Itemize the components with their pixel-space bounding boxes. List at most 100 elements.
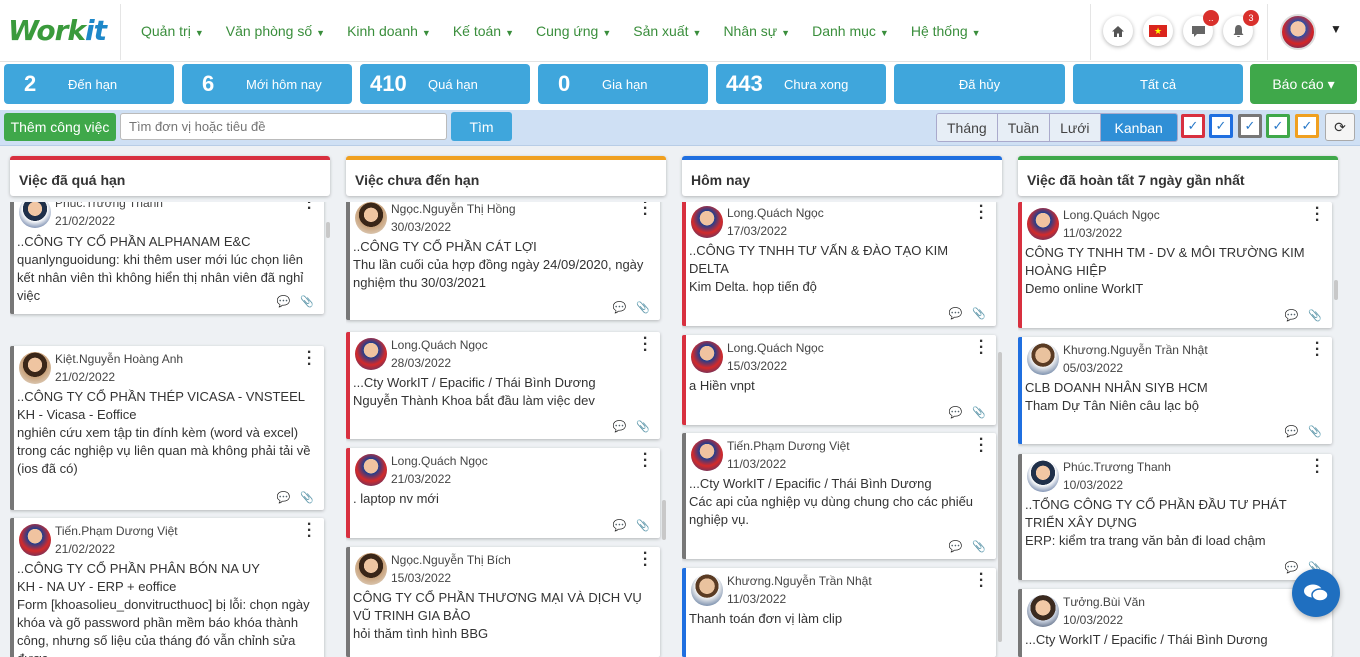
view-tuan[interactable]: Tuần [997, 114, 1051, 141]
scrollbar[interactable] [662, 500, 666, 540]
comment-icon[interactable]: 💬 [1285, 425, 1299, 438]
attachment-icon[interactable]: 📎 [636, 519, 650, 532]
more-vertical-icon[interactable]: ··· [306, 345, 312, 373]
more-vertical-icon[interactable]: ··· [978, 567, 984, 595]
task-card[interactable]: Tiến.Phạm Dương Việt 21/02/2022 · · · ..CÔ… [10, 517, 324, 657]
comment-icon[interactable]: 💬 [949, 406, 963, 419]
stat-moi-hom-nay[interactable]: 6 Mới hôm nay [182, 64, 352, 104]
menu-san-xuat[interactable]: Sản xuất ▼ [633, 23, 701, 39]
home-button[interactable] [1103, 16, 1133, 46]
chevron-down-icon[interactable]: ▼ [1330, 22, 1342, 36]
task-card[interactable]: Long.Quách Ngọc 11/03/2022 · · · CÔNG TY T… [1018, 202, 1332, 328]
task-card[interactable]: Khương.Nguyễn Trần Nhật 11/03/2022 · · · T… [682, 567, 996, 657]
task-card[interactable]: Long.Quách Ngọc 15/03/2022 · · · a Hiền vn… [682, 334, 996, 425]
language-button[interactable]: ★ [1143, 16, 1173, 46]
card-line: KH - NA UY - ERP + eoffice [17, 579, 177, 594]
more-vertical-icon[interactable]: ··· [642, 331, 648, 359]
comment-icon[interactable]: 💬 [949, 540, 963, 553]
card-date: 21/02/2022 [55, 214, 116, 228]
filter-checkbox-orange[interactable]: ✓ [1295, 114, 1319, 138]
search-input[interactable] [120, 113, 447, 140]
filter-checkbox-green[interactable]: ✓ [1266, 114, 1290, 138]
menu-he-thong[interactable]: Hệ thống ▼ [911, 23, 981, 39]
comment-icon[interactable]: 💬 [1285, 309, 1299, 322]
more-vertical-icon[interactable]: ··· [642, 447, 648, 475]
user-avatar[interactable] [1280, 14, 1316, 50]
more-vertical-icon[interactable]: ··· [978, 432, 984, 460]
attachment-icon[interactable]: 📎 [636, 301, 650, 314]
stat-label: Gia hạn [602, 76, 648, 92]
task-card[interactable]: Phúc.Trương Thanh 21/02/2022 ··· ..CÔNG … [10, 202, 324, 314]
comment-icon[interactable]: 💬 [613, 301, 627, 314]
stat-tat-ca[interactable]: Tất cả [1073, 64, 1243, 104]
stat-den-han[interactable]: 2 Đến hạn [4, 64, 174, 104]
more-vertical-icon[interactable]: ··· [642, 546, 648, 574]
attachment-icon[interactable]: 📎 [636, 420, 650, 433]
view-luoi[interactable]: Lưới [1050, 114, 1101, 141]
attachment-icon[interactable]: 📎 [300, 295, 314, 308]
chat-widget-button[interactable] [1292, 569, 1340, 617]
task-card[interactable]: Long.Quách Ngọc 21/03/2022 · · · . laptop … [346, 447, 660, 538]
notifications-button[interactable]: 3 [1223, 10, 1259, 46]
stat-qua-han[interactable]: 410 Quá hạn [360, 64, 530, 104]
menu-quan-tri[interactable]: Quản trị ▼ [141, 23, 204, 39]
task-card[interactable]: Long.Quách Ngọc 17/03/2022 · · · ..CÔNG TY… [682, 202, 996, 326]
comment-icon[interactable]: 💬 [613, 420, 627, 433]
menu-nhan-su[interactable]: Nhân sự ▼ [723, 23, 790, 39]
attachment-icon[interactable]: 📎 [972, 540, 986, 553]
filter-checkbox-gray[interactable]: ✓ [1238, 114, 1262, 138]
more-vertical-icon[interactable]: ··· [978, 334, 984, 362]
stat-chua-xong[interactable]: 443 Chưa xong [716, 64, 886, 104]
task-card[interactable]: Tiến.Phạm Dương Việt 11/03/2022 · · · ...C… [682, 432, 996, 559]
comment-icon[interactable]: 💬 [277, 491, 291, 504]
attachment-icon[interactable]: 📎 [1308, 309, 1322, 322]
task-card[interactable]: Ngọc.Nguyễn Thị Hồng 30/03/2022 · · · ..CÔ… [346, 202, 660, 320]
scrollbar[interactable] [1334, 280, 1338, 300]
task-card[interactable]: Khương.Nguyễn Trần Nhật 05/03/2022 · · · C… [1018, 336, 1332, 444]
card-user: Tiến.Phạm Dương Việt [727, 439, 850, 453]
menu-van-phong-so[interactable]: Văn phòng số ▼ [226, 23, 325, 39]
attachment-icon[interactable]: 📎 [1308, 425, 1322, 438]
task-card[interactable]: Tưởng.Bùi Văn 10/03/2022 ...Cty WorkIT /… [1018, 589, 1332, 657]
attachment-icon[interactable]: 📎 [972, 307, 986, 320]
attachment-icon[interactable]: 📎 [300, 491, 314, 504]
more-vertical-icon[interactable]: ··· [1314, 202, 1320, 229]
attachment-icon[interactable]: 📎 [972, 406, 986, 419]
add-task-button[interactable]: Thêm công việc [4, 113, 116, 141]
messages-button[interactable]: .. [1183, 10, 1219, 46]
comment-icon[interactable]: 💬 [613, 519, 627, 532]
comment-icon[interactable]: 💬 [277, 295, 291, 308]
filter-checkbox-red[interactable]: ✓ [1181, 114, 1205, 138]
kanban-column-overdue: Việc đã quá hạn Phúc.Trương Thanh 21/02/… [10, 156, 330, 657]
search-button[interactable]: Tìm [451, 112, 512, 141]
more-vertical-icon[interactable]: ··· [1314, 336, 1320, 364]
menu-kinh-doanh[interactable]: Kinh doanh ▼ [347, 23, 431, 39]
scrollbar[interactable] [998, 352, 1002, 642]
card-text: ..CÔNG TY TNHH TƯ VẤN & ĐÀO TẠO KIM DELT… [689, 242, 988, 296]
more-vertical-icon[interactable]: ··· [1314, 453, 1320, 481]
workit-logo[interactable]: Workit [8, 14, 107, 47]
scrollbar[interactable] [326, 222, 330, 238]
menu-ke-toan[interactable]: Kế toán ▼ [453, 23, 514, 39]
more-vertical-icon[interactable]: ··· [978, 202, 984, 227]
task-card[interactable]: Phúc.Trương Thanh 10/03/2022 · · · ..TỔNG … [1018, 453, 1332, 580]
more-vertical-icon[interactable]: ··· [306, 517, 312, 545]
task-card[interactable]: Ngọc.Nguyễn Thị Bích 15/03/2022 · · · CÔNG… [346, 546, 660, 657]
refresh-button[interactable]: ⟳ [1325, 113, 1355, 141]
report-dropdown-button[interactable]: Báo cáo ▾ [1250, 64, 1357, 104]
stat-da-huy[interactable]: Đã hủy [894, 64, 1065, 104]
stat-gia-han[interactable]: 0 Gia hạn [538, 64, 708, 104]
comment-icon[interactable]: 💬 [949, 307, 963, 320]
comment-icon[interactable]: 💬 [1285, 561, 1299, 574]
more-vertical-icon[interactable]: ··· [306, 202, 312, 217]
view-thang[interactable]: Tháng [937, 114, 998, 141]
menu-label: Kinh doanh [347, 23, 418, 39]
menu-cung-ung[interactable]: Cung ứng ▼ [536, 23, 611, 39]
filter-checkbox-blue[interactable]: ✓ [1209, 114, 1233, 138]
task-card[interactable]: Kiệt.Nguyễn Hoàng Anh 21/02/2022 · · · ..C… [10, 345, 324, 510]
menu-danh-muc[interactable]: Danh mục ▼ [812, 23, 889, 39]
more-vertical-icon[interactable]: ··· [642, 202, 648, 223]
task-card[interactable]: Long.Quách Ngọc 28/03/2022 · · · ...Cty Wo… [346, 331, 660, 439]
view-kanban[interactable]: Kanban [1100, 114, 1177, 141]
card-line: ..CÔNG TY CỔ PHẦN PHÂN BÓN NA UY [17, 561, 260, 576]
